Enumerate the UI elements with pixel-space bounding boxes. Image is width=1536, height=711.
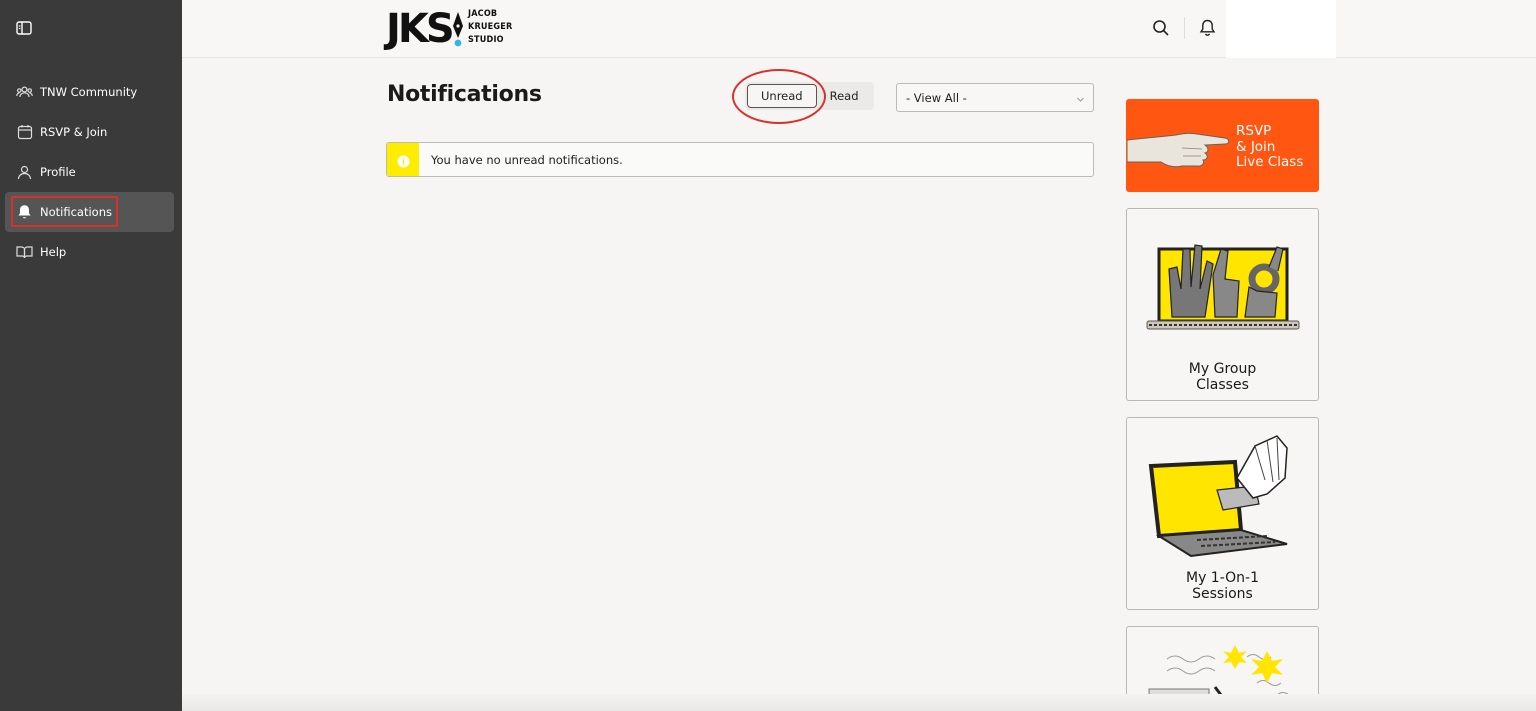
tab-unread[interactable]: Unread <box>747 84 817 108</box>
sidebar-item-label: Help <box>40 245 67 259</box>
book-icon <box>16 244 33 261</box>
notice-text: You have no unread notifications. <box>431 152 623 167</box>
sidebar-item-label: Profile <box>40 165 76 179</box>
sidebar-item-tnw-community[interactable]: TNW Community <box>5 72 174 112</box>
sidebar-item-label: RSVP & Join <box>40 125 108 139</box>
rsvp-card-label: RSVP & Join Live Class <box>1236 123 1304 170</box>
calendar-icon <box>16 124 33 141</box>
rsvp-join-card[interactable]: RSVP & Join Live Class <box>1126 99 1319 192</box>
sidebar-item-label: TNW Community <box>40 85 138 99</box>
community-icon <box>16 84 33 101</box>
pen-nib-icon <box>452 12 464 48</box>
logo-main-text: JKS <box>386 6 455 52</box>
one-on-one-sessions-card[interactable]: My 1-On-1 Sessions <box>1126 417 1319 610</box>
sidebar-item-rsvp-join[interactable]: RSVP & Join <box>5 112 174 152</box>
bottom-shadow <box>182 694 1536 711</box>
tab-read[interactable]: Read <box>817 84 872 108</box>
group-classes-card-title: My Group Classes <box>1188 361 1257 393</box>
sidebar-item-help[interactable]: Help <box>5 232 174 272</box>
profile-area[interactable] <box>1226 0 1336 58</box>
bell-icon <box>16 204 33 221</box>
header-divider <box>1184 17 1185 39</box>
page-title: Notifications <box>387 82 542 107</box>
one-on-one-card-title: My 1-On-1 Sessions <box>1185 570 1259 602</box>
laptop-book-illustration <box>1127 418 1318 567</box>
laptop-hands-illustration <box>1127 209 1318 353</box>
info-icon <box>397 153 410 168</box>
group-classes-card[interactable]: My Group Classes <box>1126 208 1319 401</box>
sidebar-nav: TNW Community RSVP & Join Profile Notifi… <box>5 72 174 272</box>
empty-notice: You have no unread notifications. <box>386 142 1094 177</box>
view-filter-selected: - View All - <box>906 90 967 105</box>
pointing-hand-icon <box>1127 126 1232 176</box>
sidebar-item-profile[interactable]: Profile <box>5 152 174 192</box>
logo[interactable]: JKS JACOB KRUEGER STUDIO <box>386 4 513 54</box>
view-filter-select[interactable]: - View All - <box>896 83 1094 112</box>
sidebar-item-label: Notifications <box>40 205 112 219</box>
sidebar-item-notifications[interactable]: Notifications <box>5 192 174 232</box>
notice-icon-container <box>387 143 419 176</box>
notifications-bell-icon[interactable] <box>1199 19 1217 37</box>
sidebar-toggle-icon[interactable] <box>16 20 34 36</box>
search-icon[interactable] <box>1152 19 1170 37</box>
sidebar: TNW Community RSVP & Join Profile Notifi… <box>0 0 182 711</box>
chevron-down-icon <box>1076 93 1085 102</box>
logo-sub-text: JACOB KRUEGER STUDIO <box>468 9 513 45</box>
top-header: JKS JACOB KRUEGER STUDIO <box>182 0 1536 58</box>
filter-tabs: Unread Read <box>745 82 874 110</box>
user-icon <box>16 164 33 181</box>
